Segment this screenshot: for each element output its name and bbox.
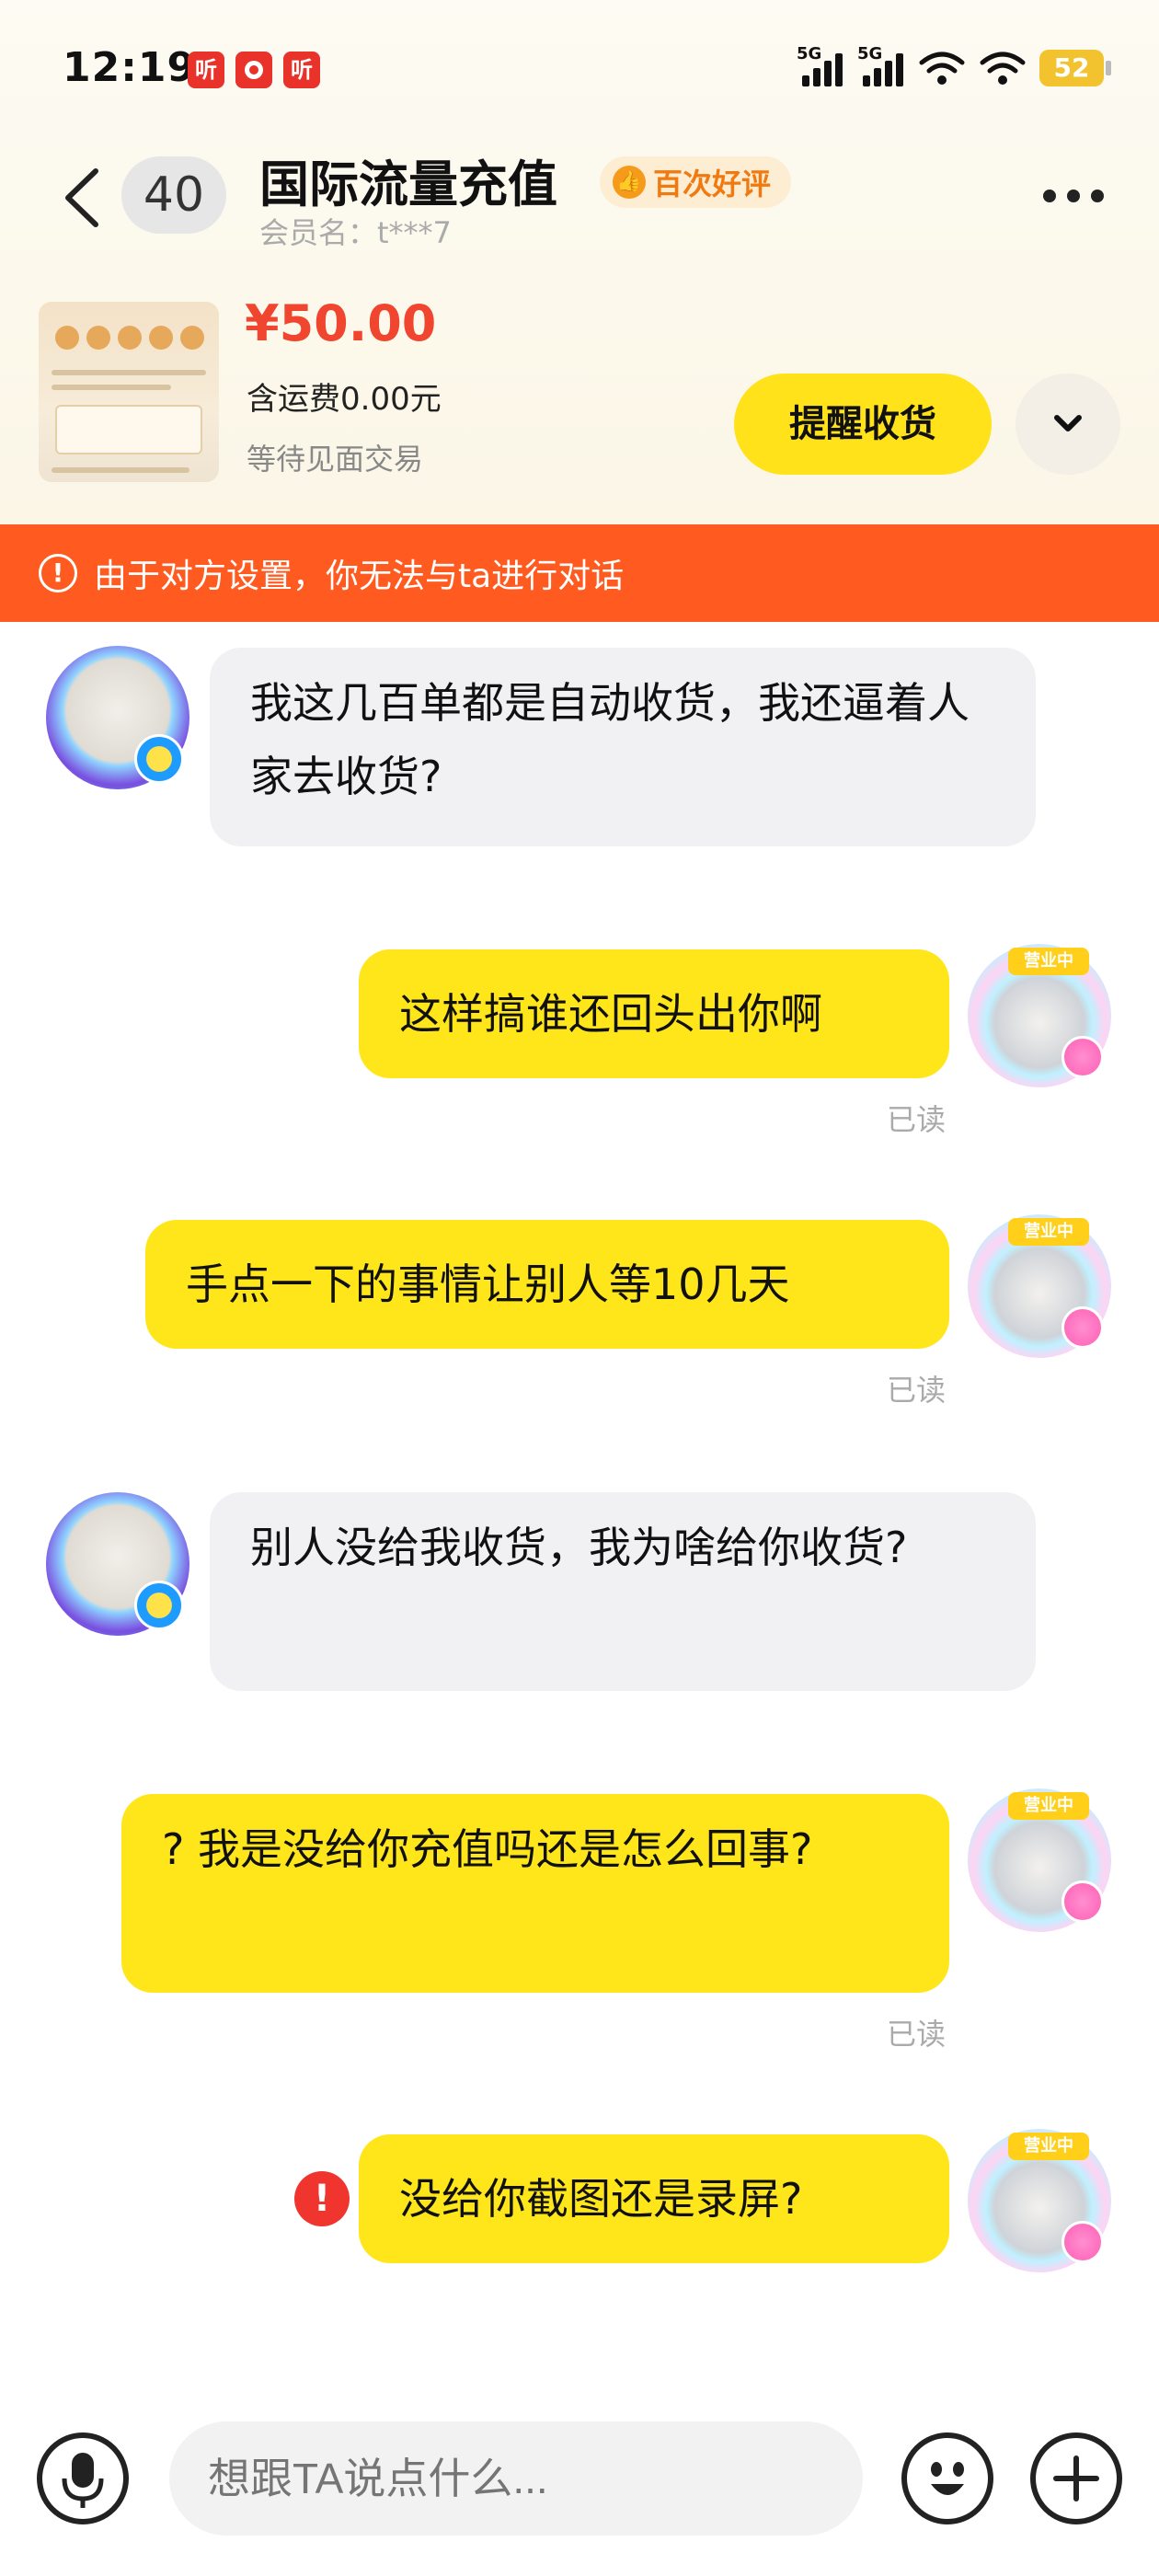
review-badge-label: 百次好评 (653, 167, 772, 201)
battery-icon: 52 (1039, 50, 1111, 86)
shipping-fee: 含运费0.00元 (247, 381, 442, 418)
back-button[interactable] (55, 166, 110, 230)
message-bubble[interactable]: 没给你截图还是录屏? (359, 2134, 949, 2263)
warning-text: 由于对方设置，你无法与ta进行对话 (94, 558, 625, 595)
signal-5g-icon-2: 5G (857, 44, 905, 88)
page-title: 国际流量充值 (259, 155, 557, 213)
input-bar (0, 2410, 1159, 2576)
dot-icon (1043, 190, 1056, 202)
chat-restriction-banner: ! 由于对方设置，你无法与ta进行对话 (0, 524, 1159, 622)
status-time: 12:19 (63, 44, 197, 91)
notification-app-icon (235, 52, 272, 88)
review-badge[interactable]: 👍 百次好评 (600, 156, 792, 208)
user-avatar[interactable]: 营业中 (968, 944, 1111, 1087)
dot-icon (1091, 190, 1104, 202)
voice-button[interactable] (37, 2432, 129, 2524)
status-icons: 5G 5G 52 (797, 44, 1111, 88)
read-receipt: 已读 (887, 1373, 947, 1408)
chevron-left-icon (65, 168, 98, 227)
thumbs-up-icon: 👍 (613, 166, 646, 199)
wifi-icon-2 (980, 52, 1026, 85)
dot-icon (1067, 190, 1080, 202)
notification-listen-icon: 听 (188, 52, 224, 88)
order-card[interactable]: ¥50.00 含运费0.00元 等待见面交易 提醒收货 (0, 294, 1159, 524)
message-bubble[interactable]: 别人没给我收货，我为啥给你收货? (210, 1492, 1036, 1691)
contact-avatar[interactable] (46, 646, 189, 789)
microphone-icon (62, 2453, 104, 2508)
add-button[interactable] (1030, 2432, 1122, 2524)
order-price: ¥50.00 (245, 294, 437, 352)
unread-count-badge: 40 (121, 156, 226, 234)
signal-5g-icon: 5G (797, 44, 844, 88)
chat-header: 40 国际流量充值 👍 百次好评 会员名：t***7 (0, 138, 1159, 258)
status-bar: 12:19 听 听 5G 5G 52 (0, 0, 1159, 138)
user-avatar[interactable]: 营业中 (968, 2129, 1111, 2272)
emoji-button[interactable] (901, 2432, 993, 2524)
member-name: 会员名：t***7 (259, 215, 452, 250)
smiley-icon (931, 2462, 964, 2495)
more-options-button[interactable] (1043, 190, 1104, 202)
wifi-icon (919, 52, 965, 85)
send-failed-icon[interactable]: ! (294, 2171, 350, 2226)
read-receipt: 已读 (887, 2017, 947, 2052)
notification-listen-icon-2: 听 (283, 52, 320, 88)
message-bubble[interactable]: 这样搞谁还回头出你啊 (359, 949, 949, 1078)
chevron-down-icon (1054, 415, 1082, 431)
plus-icon (1053, 2455, 1099, 2501)
message-bubble[interactable]: 我这几百单都是自动收货，我还逼着人家去收货? (210, 648, 1036, 846)
product-thumbnail[interactable] (39, 302, 219, 482)
message-bubble[interactable]: 手点一下的事情让别人等10几天 (145, 1220, 949, 1349)
user-avatar[interactable]: 营业中 (968, 1214, 1111, 1358)
alert-circle-icon: ! (39, 554, 77, 592)
message-input[interactable] (169, 2421, 863, 2536)
read-receipt: 已读 (887, 1102, 947, 1137)
message-bubble[interactable]: ? 我是没给你充值吗还是怎么回事? (121, 1794, 949, 1993)
remind-receipt-button[interactable]: 提醒收货 (734, 374, 992, 475)
expand-button[interactable] (1016, 374, 1120, 475)
user-avatar[interactable]: 营业中 (968, 1788, 1111, 1932)
order-status: 等待见面交易 (247, 442, 424, 477)
contact-avatar[interactable] (46, 1492, 189, 1636)
